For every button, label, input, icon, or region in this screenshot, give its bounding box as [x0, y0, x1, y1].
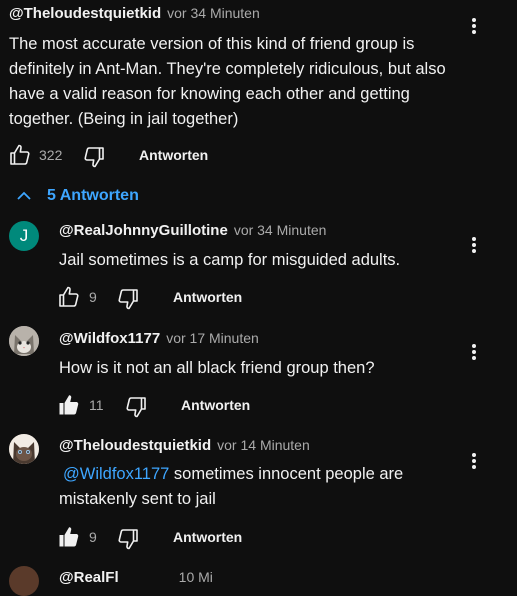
reply-author-name[interactable]: @Wildfox1177: [59, 330, 160, 347]
dislike-button[interactable]: [124, 395, 148, 419]
like-button[interactable]: [8, 143, 32, 167]
comment-menu-button[interactable]: [466, 14, 482, 38]
more-dot: [472, 249, 476, 253]
dislike-button[interactable]: [116, 287, 140, 311]
thumbs-up-filled-icon: [59, 395, 79, 415]
reply-menu-button[interactable]: [466, 449, 482, 473]
like-count: 322: [39, 147, 63, 163]
chevron-up-icon: [17, 191, 31, 200]
reply-time[interactable]: vor 14 Minuten: [217, 437, 310, 453]
like-button[interactable]: [57, 393, 81, 417]
avatar[interactable]: [9, 434, 39, 464]
reply-menu-button[interactable]: [466, 233, 482, 257]
reply-time[interactable]: 10 Mi: [179, 569, 213, 585]
like-count: 11: [89, 397, 104, 413]
comment-time[interactable]: vor 34 Minuten: [167, 5, 260, 21]
thumbs-up-icon: [59, 286, 79, 307]
more-dot: [472, 453, 476, 457]
like-button[interactable]: [57, 285, 81, 309]
reply-author-name[interactable]: @RealJohnnyGuillotine: [59, 222, 228, 239]
mention-link[interactable]: @Wildfox1177: [63, 465, 169, 483]
reply-text: Jail sometimes is a camp for misguided a…: [59, 251, 401, 269]
cat-avatar-icon: [9, 326, 39, 356]
avatar[interactable]: [9, 326, 39, 356]
reply-author-name[interactable]: @RealFl: [59, 569, 119, 586]
like-count: 9: [89, 529, 97, 545]
reply-time[interactable]: vor 17 Minuten: [166, 330, 259, 346]
reply-author[interactable]: @Wildfox1177 vor 17 Minuten: [59, 330, 259, 347]
more-dot: [472, 356, 476, 360]
dislike-button[interactable]: [116, 527, 140, 551]
reply-text: How is it not an all black friend group …: [59, 359, 375, 377]
replies-count-label[interactable]: 5 Antworten: [47, 187, 139, 205]
avatar-letter: J: [19, 226, 29, 245]
reply-author[interactable]: @Theloudestquietkid vor 14 Minuten: [59, 437, 310, 454]
reply-button[interactable]: Antworten: [139, 147, 208, 163]
reply-author[interactable]: @RealJohnnyGuillotine vor 34 Minuten: [59, 222, 326, 239]
reply-button[interactable]: Antworten: [181, 397, 250, 413]
reply-button[interactable]: Antworten: [173, 289, 242, 305]
more-dot: [472, 24, 476, 28]
thumbs-up-icon: [10, 144, 30, 165]
comment-author[interactable]: @Theloudestquietkid vor 34 Minuten: [9, 5, 260, 22]
reply-author-name[interactable]: @Theloudestquietkid: [59, 437, 211, 454]
comment-author-name[interactable]: @Theloudestquietkid: [9, 5, 161, 22]
like-count: 9: [89, 289, 97, 305]
comment-text: The most accurate version of this kind o…: [9, 35, 446, 128]
thumbs-up-filled-icon: [59, 527, 79, 547]
more-dot: [472, 465, 476, 469]
reply-menu-button[interactable]: [466, 340, 482, 364]
cat-avatar-icon: [9, 434, 39, 464]
dislike-button[interactable]: [82, 145, 106, 169]
reply-author[interactable]: @RealFl 10 Mi: [59, 569, 213, 586]
more-dot: [472, 459, 476, 463]
reply-time[interactable]: vor 34 Minuten: [234, 222, 327, 238]
avatar[interactable]: [9, 566, 39, 596]
avatar[interactable]: J: [9, 221, 39, 251]
thumbs-down-icon: [126, 397, 146, 418]
more-dot: [472, 30, 476, 34]
more-dot: [472, 237, 476, 241]
reply-button[interactable]: Antworten: [173, 529, 242, 545]
reply-text: @Wildfox1177 sometimes innocent people a…: [59, 462, 459, 512]
thumbs-down-icon: [84, 147, 104, 168]
thumbs-down-icon: [118, 289, 138, 310]
replies-toggle[interactable]: 5 Antworten: [15, 187, 139, 205]
like-button[interactable]: [57, 525, 81, 549]
thumbs-down-icon: [118, 529, 138, 550]
more-dot: [472, 243, 476, 247]
more-dot: [472, 344, 476, 348]
more-dot: [472, 18, 476, 22]
more-dot: [472, 350, 476, 354]
